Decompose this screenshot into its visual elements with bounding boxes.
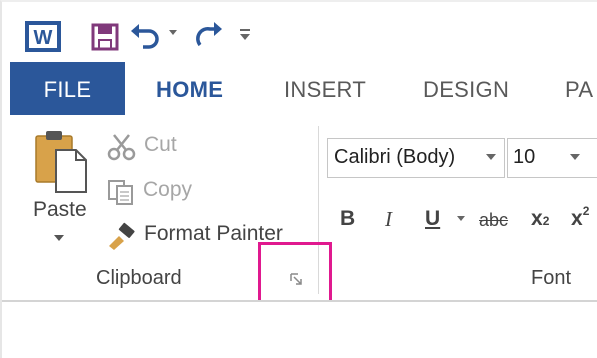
subscript-2: 2 — [542, 214, 550, 228]
tab-page-layout[interactable]: PA — [565, 62, 593, 115]
italic-button[interactable]: I — [385, 207, 392, 232]
subscript-button[interactable]: x2 — [531, 207, 549, 231]
superscript-x: x — [571, 207, 583, 230]
document-area[interactable] — [0, 302, 597, 358]
paste-dropdown-icon[interactable] — [53, 233, 65, 243]
strikethrough-button[interactable]: abc — [479, 210, 508, 231]
tab-home[interactable]: HOME — [156, 62, 223, 115]
tab-insert[interactable]: INSERT — [284, 62, 366, 115]
paste-button[interactable]: Paste — [33, 198, 87, 222]
font-group-label: Font — [531, 267, 572, 289]
customize-qat-icon[interactable] — [238, 26, 252, 42]
underline-dropdown-icon[interactable] — [456, 214, 466, 224]
undo-icon[interactable] — [129, 21, 161, 49]
undo-dropdown-icon[interactable] — [167, 26, 179, 38]
format-painter-icon — [109, 222, 135, 250]
bold-button[interactable]: B — [340, 207, 355, 231]
paste-icon[interactable] — [34, 128, 90, 194]
font-name-dropdown-icon[interactable] — [485, 152, 497, 162]
clipboard-group-label: Clipboard — [96, 267, 182, 289]
superscript-button[interactable]: x2 — [571, 204, 590, 231]
copy-button[interactable]: Copy — [143, 178, 192, 202]
scissors-icon — [107, 134, 136, 161]
tab-file[interactable]: FILE — [10, 62, 125, 115]
save-icon[interactable] — [91, 23, 119, 51]
cut-button[interactable]: Cut — [144, 133, 177, 157]
word-icon: W — [25, 21, 61, 52]
subscript-x: x — [531, 207, 543, 230]
svg-text:W: W — [34, 27, 53, 49]
tab-design[interactable]: DESIGN — [423, 62, 509, 115]
superscript-2: 2 — [582, 204, 590, 218]
font-name-value: Calibri (Body) — [334, 146, 456, 168]
font-size-dropdown-icon[interactable] — [569, 152, 581, 162]
font-size-value: 10 — [513, 146, 536, 168]
redo-icon[interactable] — [194, 21, 224, 49]
underline-button[interactable]: U — [425, 207, 440, 231]
quick-access-toolbar — [0, 0, 597, 62]
copy-icon — [108, 180, 133, 205]
